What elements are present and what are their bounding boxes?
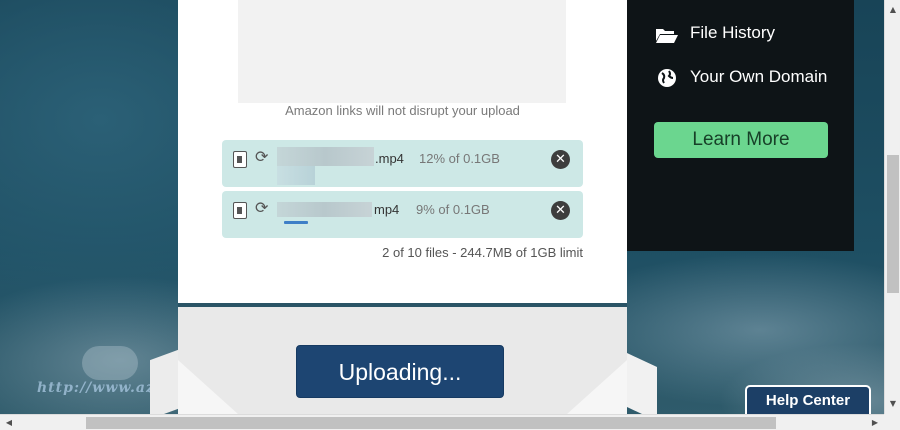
help-center-button[interactable]: Help Center xyxy=(745,385,871,417)
file-row: ⟳ .mp4 12% of 0.1GB ✕ xyxy=(222,140,583,187)
globe-icon xyxy=(658,69,676,87)
blurred-file-name xyxy=(277,147,374,166)
scroll-down-arrow-icon[interactable]: ▼ xyxy=(885,396,900,412)
ad-note: Amazon links will not disrupt your uploa… xyxy=(285,103,520,118)
file-progress: 12% of 0.1GB xyxy=(419,151,500,166)
file-extension: mp4 xyxy=(374,202,400,217)
promo-item-file-history: File History xyxy=(690,23,776,42)
envelope-fold-left xyxy=(178,360,238,414)
uploading-button[interactable]: Uploading... xyxy=(296,345,504,398)
envelope-fold-right xyxy=(567,360,627,414)
scroll-right-arrow-icon[interactable]: ▶ xyxy=(867,415,883,430)
scrollbar-corner xyxy=(884,414,900,430)
ad-placeholder xyxy=(238,0,566,103)
blurred-file-name xyxy=(277,202,372,217)
file-doc-icon xyxy=(233,151,247,168)
sync-icon: ⟳ xyxy=(255,147,269,166)
folder-open-icon xyxy=(656,29,678,43)
file-count-summary: 2 of 10 files - 244.7MB of 1GB limit xyxy=(382,245,583,260)
scroll-up-arrow-icon[interactable]: ▲ xyxy=(885,2,900,18)
vertical-scrollbar[interactable]: ▲ ▼ xyxy=(884,0,900,414)
envelope-flap-left xyxy=(150,349,178,420)
learn-more-button[interactable]: Learn More xyxy=(654,122,828,158)
scroll-left-arrow-icon[interactable]: ◀ xyxy=(1,415,17,430)
file-progress-bar xyxy=(284,221,308,224)
file-doc-icon xyxy=(233,202,247,219)
horizontal-scroll-thumb[interactable] xyxy=(86,417,776,429)
horizontal-scrollbar[interactable]: ◀ ▶ xyxy=(0,414,884,430)
remove-file-icon[interactable]: ✕ xyxy=(551,201,570,220)
file-extension: .mp4 xyxy=(375,151,404,166)
promo-item-own-domain: Your Own Domain xyxy=(690,67,828,86)
blurred-file-name-fragment xyxy=(277,166,315,185)
remove-file-icon[interactable]: ✕ xyxy=(551,150,570,169)
vertical-scroll-thumb[interactable] xyxy=(887,155,899,293)
file-progress: 9% of 0.1GB xyxy=(416,202,490,217)
sync-icon: ⟳ xyxy=(255,198,269,217)
watermark-logo xyxy=(82,346,138,380)
file-row: ⟳ mp4 9% of 0.1GB ✕ xyxy=(222,191,583,238)
